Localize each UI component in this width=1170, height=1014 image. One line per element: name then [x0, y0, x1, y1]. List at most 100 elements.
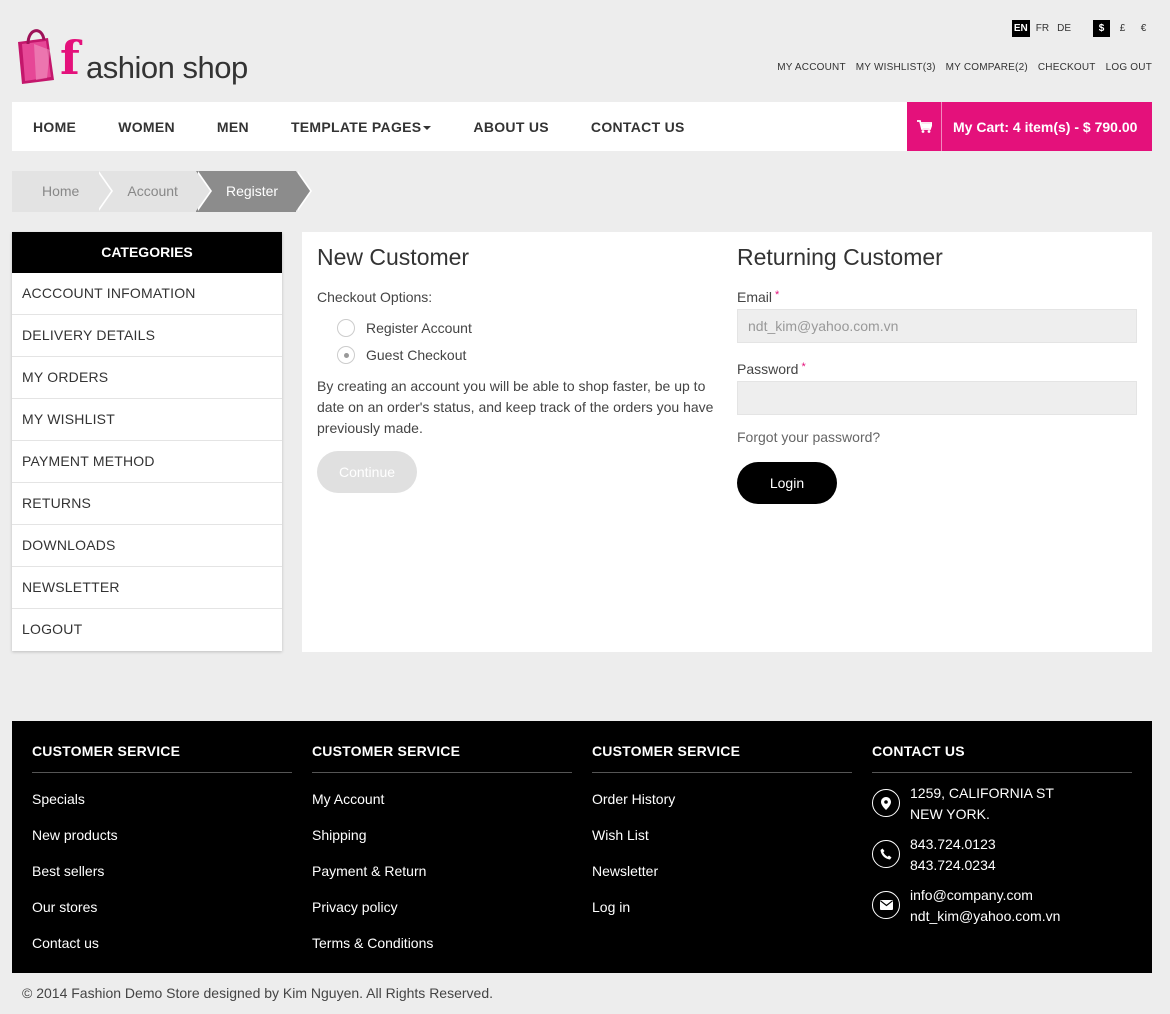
store-logo[interactable]: f ashion shop	[14, 22, 274, 96]
link-my-wishlist[interactable]: MY WISHLIST(3)	[856, 62, 936, 73]
nav-home[interactable]: HOME	[33, 119, 76, 135]
sidebar-item-newsletter[interactable]: NEWSLETTER	[12, 567, 282, 609]
top-links: MY ACCOUNT MY WISHLIST(3) MY COMPARE(2) …	[777, 62, 1152, 73]
nav-women[interactable]: WOMEN	[118, 119, 175, 135]
footer-link-our-stores[interactable]: Our stores	[32, 897, 292, 917]
cart-button[interactable]: My Cart: 4 item(s) - $ 790.00	[907, 102, 1152, 151]
copyright-text: © 2014 Fashion Demo Store designed by Ki…	[22, 985, 494, 1001]
email-address-2[interactable]: ndt_kim@yahoo.com.vn	[910, 906, 1060, 927]
sidebar-item-payment-method[interactable]: PAYMENT METHOD	[12, 441, 282, 483]
login-button[interactable]: Login	[737, 462, 837, 504]
map-pin-icon	[872, 789, 900, 817]
required-mark: *	[801, 361, 806, 373]
logo-text: ashion shop	[86, 50, 248, 85]
footer-column-2: CUSTOMER SERVICE My Account Shipping Pay…	[312, 743, 572, 953]
option-guest-checkout-label: Guest Checkout	[366, 347, 467, 363]
footer-link-best-sellers[interactable]: Best sellers	[32, 861, 292, 881]
sidebar-item-returns[interactable]: RETURNS	[12, 483, 282, 525]
phone-icon	[872, 840, 900, 868]
returning-customer-title: Returning Customer	[737, 244, 943, 270]
phone-number-2[interactable]: 843.724.0234	[910, 855, 996, 876]
nav-template-pages[interactable]: TEMPLATE PAGES	[290, 118, 432, 135]
shopping-bag-icon	[18, 29, 54, 84]
breadcrumb: Home Account Register	[12, 171, 313, 212]
forgot-password-link[interactable]: Forgot your password?	[737, 429, 1137, 445]
footer-link-contact-us[interactable]: Contact us	[32, 933, 292, 953]
lang-en[interactable]: EN	[1011, 20, 1030, 37]
nav-about-us[interactable]: ABOUT US	[473, 119, 549, 135]
footer-link-wish-list[interactable]: Wish List	[592, 825, 852, 845]
footer-link-privacy-policy[interactable]: Privacy policy	[312, 897, 572, 917]
option-register-account[interactable]: Register Account	[337, 319, 717, 337]
envelope-icon	[872, 891, 900, 919]
email-label: Email *	[737, 289, 780, 305]
categories-sidebar: CATEGORIES ACCCOUNT INFOMATION DELIVERY …	[12, 232, 282, 651]
sidebar-item-delivery-details[interactable]: DELIVERY DETAILS	[12, 315, 282, 357]
footer-column-3: CUSTOMER SERVICE Order History Wish List…	[592, 743, 852, 917]
contact-phone: 843.724.0123 843.724.0234	[872, 836, 1132, 876]
new-customer-title: New Customer	[317, 244, 470, 270]
required-mark: *	[775, 289, 780, 301]
nav-men[interactable]: MEN	[217, 119, 249, 135]
footer-column-title: CUSTOMER SERVICE	[32, 743, 292, 773]
sidebar-item-account-information[interactable]: ACCCOUNT INFOMATION	[12, 273, 282, 315]
logo-letter: f	[60, 31, 83, 85]
option-guest-checkout[interactable]: Guest Checkout	[337, 346, 717, 364]
option-register-account-label: Register Account	[366, 320, 472, 336]
link-logout[interactable]: LOG OUT	[1106, 62, 1152, 73]
link-my-account[interactable]: MY ACCOUNT	[777, 62, 846, 73]
footer: CUSTOMER SERVICE Specials New products B…	[12, 721, 1152, 973]
sidebar-item-logout[interactable]: LOGOUT	[12, 609, 282, 651]
main-nav: HOME WOMEN MEN TEMPLATE PAGES ABOUT US C…	[12, 102, 1152, 151]
breadcrumb-home[interactable]: Home	[12, 171, 114, 212]
dropdown-caret-icon	[423, 125, 432, 130]
sidebar-item-my-orders[interactable]: MY ORDERS	[12, 357, 282, 399]
footer-column-title: CUSTOMER SERVICE	[592, 743, 852, 773]
account-panel: New Customer Checkout Options: Register …	[302, 232, 1152, 652]
footer-contact-title: CONTACT US	[872, 743, 1132, 773]
radio-register-account[interactable]	[337, 319, 355, 337]
footer-link-my-account[interactable]: My Account	[312, 789, 572, 809]
link-checkout[interactable]: CHECKOUT	[1038, 62, 1096, 73]
contact-address: 1259, CALIFORNIA ST NEW YORK.	[872, 785, 1132, 825]
password-field[interactable]	[737, 381, 1137, 415]
radio-guest-checkout[interactable]	[337, 346, 355, 364]
email-address-1[interactable]: info@company.com	[910, 885, 1060, 906]
footer-column-1: CUSTOMER SERVICE Specials New products B…	[32, 743, 292, 953]
password-label: Password *	[737, 361, 806, 377]
contact-email: info@company.com ndt_kim@yahoo.com.vn	[872, 887, 1132, 927]
currency-gbp[interactable]: £	[1114, 20, 1131, 37]
currency-usd[interactable]: $	[1093, 20, 1110, 37]
nav-template-pages-label: TEMPLATE PAGES	[290, 118, 422, 135]
checkout-options-label: Checkout Options:	[317, 289, 433, 305]
language-currency-bar: EN FR DE $ £ €	[1011, 20, 1152, 37]
footer-link-log-in[interactable]: Log in	[592, 897, 852, 917]
continue-button[interactable]: Continue	[317, 451, 417, 493]
phone-number-1[interactable]: 843.724.0123	[910, 834, 996, 855]
cart-summary: My Cart: 4 item(s) - $ 790.00	[953, 118, 1138, 135]
footer-link-specials[interactable]: Specials	[32, 789, 292, 809]
address-line-1: 1259, CALIFORNIA ST	[910, 785, 1054, 801]
address-line-2: NEW YORK.	[910, 806, 990, 822]
footer-link-payment-return[interactable]: Payment & Return	[312, 861, 572, 881]
footer-link-shipping[interactable]: Shipping	[312, 825, 572, 845]
returning-customer-section: Returning Customer Email * ndt_kim@yahoo.…	[737, 244, 1137, 504]
lang-fr[interactable]: FR	[1034, 20, 1051, 37]
sidebar-item-downloads[interactable]: DOWNLOADS	[12, 525, 282, 567]
sidebar-title: CATEGORIES	[12, 232, 282, 273]
footer-column-title: CUSTOMER SERVICE	[312, 743, 572, 773]
sidebar-item-my-wishlist[interactable]: MY WISHLIST	[12, 399, 282, 441]
account-benefits-text: By creating an account you will be able …	[317, 378, 714, 436]
footer-contact: CONTACT US 1259, CALIFORNIA ST NEW YORK.…	[872, 743, 1132, 927]
email-field[interactable]: ndt_kim@yahoo.com.vn	[737, 309, 1137, 343]
footer-link-order-history[interactable]: Order History	[592, 789, 852, 809]
shopping-cart-icon	[907, 102, 942, 151]
lang-de[interactable]: DE	[1055, 20, 1073, 37]
footer-link-new-products[interactable]: New products	[32, 825, 292, 845]
currency-eur[interactable]: €	[1135, 20, 1152, 37]
footer-link-terms[interactable]: Terms & Conditions	[312, 933, 572, 953]
nav-contact-us[interactable]: CONTACT US	[591, 119, 685, 135]
link-my-compare[interactable]: MY COMPARE(2)	[946, 62, 1028, 73]
footer-link-newsletter[interactable]: Newsletter	[592, 861, 852, 881]
new-customer-section: New Customer Checkout Options: Register …	[317, 244, 717, 493]
